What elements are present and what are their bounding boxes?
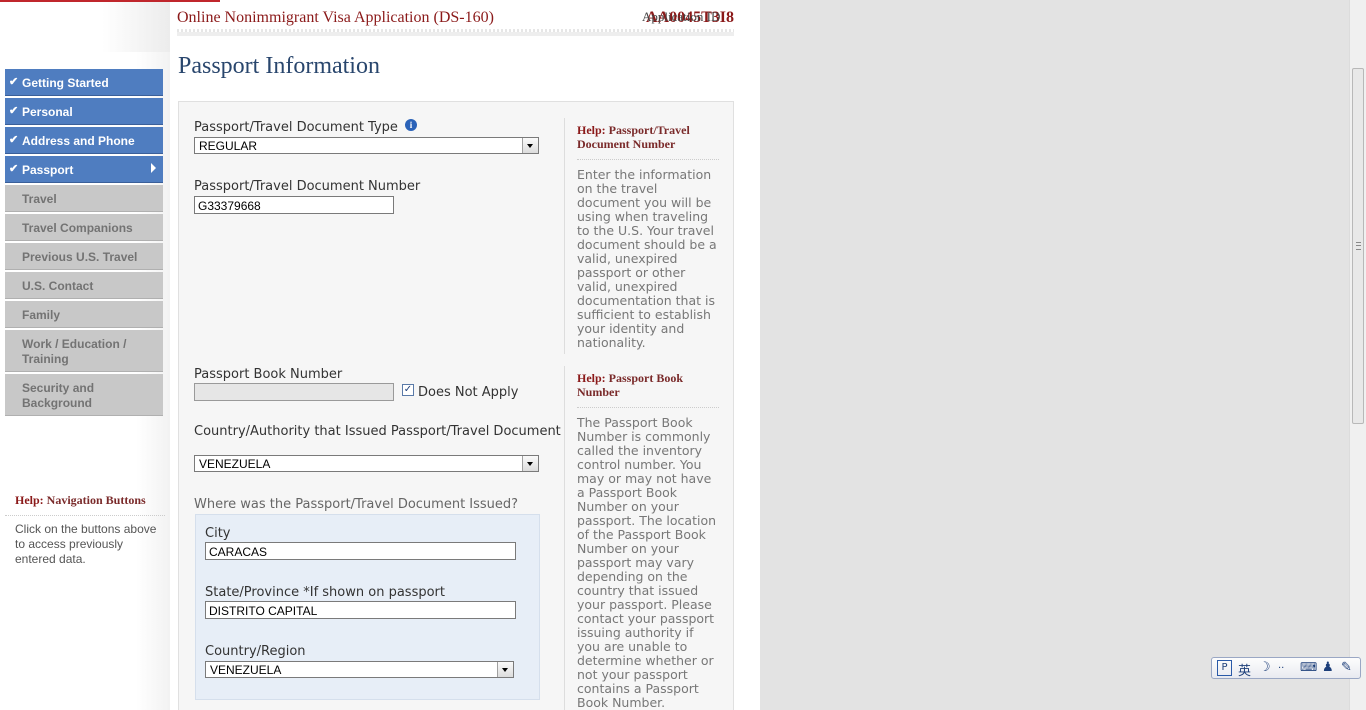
scrollbar-thumb[interactable] (1352, 68, 1364, 424)
country-region-select[interactable]: VENEZUELA (205, 661, 514, 678)
nav-family[interactable]: Family (5, 301, 163, 328)
dropdown-arrow-icon[interactable] (522, 138, 538, 153)
help-prefix: Help: (15, 493, 44, 507)
doc-type-label: Passport/Travel Document Type (194, 120, 398, 135)
nav-address-and-phone[interactable]: ✔ Address and Phone (5, 127, 163, 154)
nav-work-education-training[interactable]: Work / Education / Training (5, 330, 163, 372)
app-title: Online Nonimmigrant Visa Application (DS… (177, 9, 494, 26)
nav-help-body: Click on the buttons above to access pre… (15, 522, 157, 566)
city-input[interactable]: CARACAS (205, 542, 516, 560)
nav-label: Personal (22, 105, 73, 119)
checkmark-icon: ✔ (9, 134, 19, 146)
vertical-scrollbar[interactable] (1349, 0, 1366, 710)
city-label: City (205, 526, 231, 541)
page-title: Passport Information (178, 53, 380, 79)
nav-personal[interactable]: ✔ Personal (5, 98, 163, 125)
nav-previous-us-travel[interactable]: Previous U.S. Travel (5, 243, 163, 270)
nav-us-contact[interactable]: U.S. Contact (5, 272, 163, 299)
doc-number-input[interactable]: G33379668 (194, 196, 394, 214)
punctuation-icon[interactable]: ·· (1278, 663, 1284, 674)
nav-travel-companions[interactable]: Travel Companions (5, 214, 163, 241)
state-label: State/Province *If shown on passport (205, 585, 445, 600)
nav-label: Travel Companions (22, 221, 133, 235)
nav-label: Work / Education / Training (22, 337, 127, 366)
doc-type-value: REGULAR (199, 139, 258, 153)
issuing-country-select[interactable]: VENEZUELA (194, 455, 539, 472)
application-id: Application ID AA0045T3I8 (642, 9, 734, 27)
application-id-label: Application ID (641, 9, 721, 24)
checkmark-icon: ✔ (9, 76, 19, 88)
wrench-icon[interactable]: ✎ (1341, 660, 1352, 675)
dropdown-arrow-icon[interactable] (497, 662, 513, 677)
help-topic: Navigation Buttons (46, 493, 146, 507)
help-title: Help: Passport Book Number (577, 366, 719, 399)
issuing-country-label: Country/Authority that Issued Passport/T… (194, 424, 561, 439)
nav-getting-started[interactable]: ✔ Getting Started (5, 69, 163, 96)
doc-number-label: Passport/Travel Document Number (194, 179, 421, 194)
book-number-label: Passport Book Number (194, 367, 343, 382)
country-region-value: VENEZUELA (210, 663, 282, 677)
nav-label: Address and Phone (22, 134, 135, 148)
issued-where-label: Where was the Passport/Travel Document I… (194, 497, 519, 512)
nav-security-and-background[interactable]: Security and Background (5, 374, 163, 416)
left-header-bg (0, 0, 170, 52)
nav-label: U.S. Contact (22, 279, 94, 293)
nav-passport[interactable]: ✔ Passport (5, 156, 163, 183)
does-not-apply-checkbox[interactable]: ✓ (402, 384, 414, 396)
nav-travel[interactable]: Travel (5, 185, 163, 212)
app-header: Online Nonimmigrant Visa Application (DS… (177, 0, 734, 36)
ime-toolbar[interactable]: P 英 ☽ ·· ⌨ ♟ ✎ (1211, 657, 1361, 679)
nav-label: Passport (22, 163, 74, 177)
state-input[interactable]: DISTRITO CAPITAL (205, 601, 516, 619)
dropdown-arrow-icon[interactable] (522, 456, 538, 471)
checkmark-icon: ✔ (9, 163, 19, 175)
user-icon[interactable]: ♟ (1322, 660, 1334, 675)
grip-icon (1356, 242, 1361, 250)
moon-icon[interactable]: ☽ (1259, 660, 1271, 675)
info-icon[interactable]: i (405, 119, 417, 131)
divider (577, 159, 719, 160)
nav-help-title: Help: Navigation Buttons (15, 493, 165, 508)
issuing-country-value: VENEZUELA (199, 457, 271, 471)
nav-label: Getting Started (22, 76, 109, 90)
nav-label: Family (22, 308, 61, 322)
doc-type-select[interactable]: REGULAR (194, 137, 539, 154)
ime-language-indicator[interactable]: 英 (1238, 660, 1251, 679)
section-nav: ✔ Getting Started ✔ Personal ✔ Address a… (5, 69, 163, 418)
checkmark-icon: ✔ (9, 105, 19, 117)
help-body: The Passport Book Number is commonly cal… (577, 415, 717, 710)
nav-label: Security and Background (22, 381, 95, 410)
ime-logo-icon[interactable]: P (1217, 660, 1232, 676)
current-section-arrow-icon (151, 163, 156, 173)
nav-label: Travel (22, 192, 57, 206)
divider (577, 407, 719, 408)
divider (5, 515, 165, 516)
does-not-apply-label[interactable]: Does Not Apply (418, 385, 518, 400)
nav-help: Help: Navigation Buttons Click on the bu… (5, 493, 165, 567)
help-doc-number: Help: Passport/Travel Document Number En… (564, 118, 719, 354)
book-number-input[interactable] (194, 383, 394, 401)
help-book-number: Help: Passport Book Number The Passport … (564, 366, 719, 710)
help-title: Help: Passport/Travel Document Number (577, 118, 719, 151)
page: Online Nonimmigrant Visa Application (DS… (0, 0, 760, 710)
help-prefix: Help: (577, 371, 606, 385)
country-region-label: Country/Region (205, 644, 306, 659)
nav-label: Previous U.S. Travel (22, 250, 138, 264)
help-body: Enter the information on the travel docu… (577, 167, 717, 350)
keyboard-icon[interactable]: ⌨ (1300, 660, 1317, 674)
help-prefix: Help: (577, 123, 606, 137)
